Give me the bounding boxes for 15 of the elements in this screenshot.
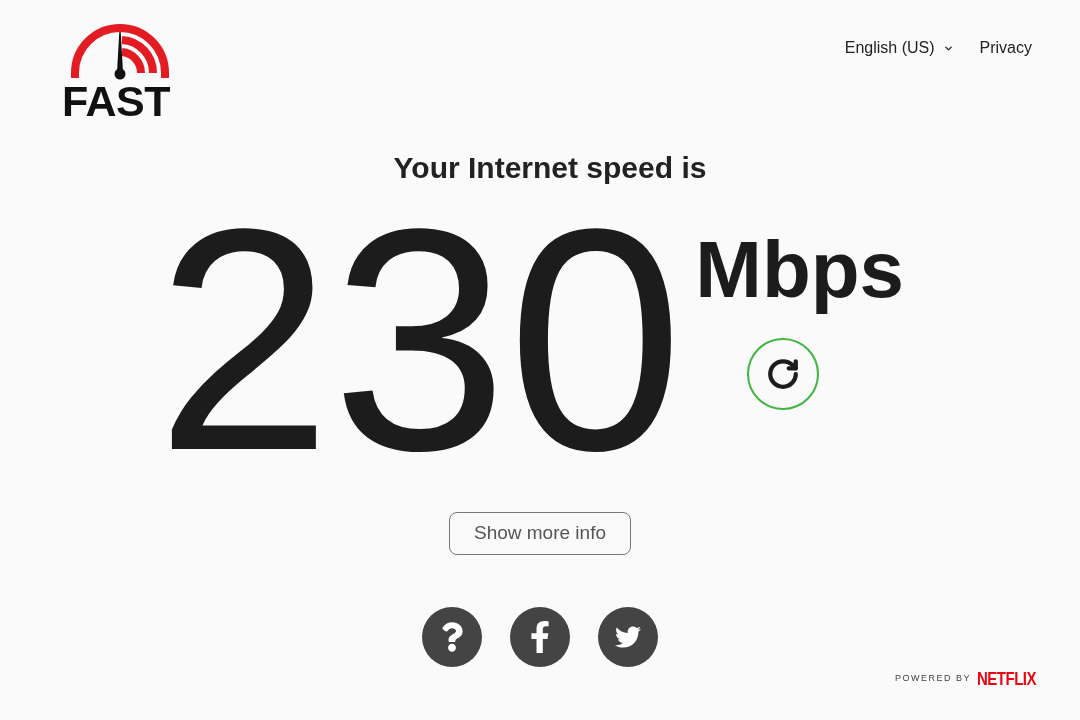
language-dropdown[interactable]: English (US) <box>844 36 954 60</box>
twitter-button[interactable] <box>598 607 658 667</box>
question-mark-icon <box>441 622 463 652</box>
powered-by-label: POWERED BY <box>895 671 971 685</box>
netflix-wordmark: NETFLIX <box>977 669 1036 688</box>
refresh-button[interactable] <box>747 338 820 410</box>
privacy-link[interactable]: Privacy <box>979 36 1032 60</box>
facebook-icon <box>530 620 550 654</box>
speed-heading: Your Internet speed is <box>393 153 707 183</box>
logo-wordmark: FAST <box>62 80 170 123</box>
refresh-icon <box>766 357 801 391</box>
help-button[interactable] <box>422 607 482 667</box>
show-more-info-button[interactable]: Show more info <box>449 512 631 555</box>
bird-icon <box>613 624 643 650</box>
facebook-button[interactable] <box>510 607 570 667</box>
